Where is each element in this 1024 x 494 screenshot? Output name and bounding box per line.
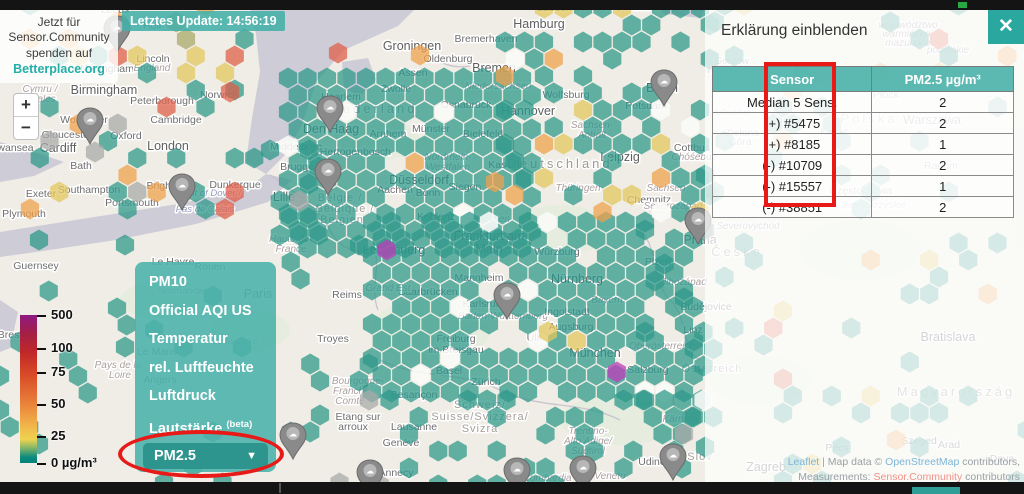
map-label: Cambridge <box>150 114 202 126</box>
layer-item-temperatur[interactable]: Temperatur <box>135 325 276 354</box>
cloud-icon: ☁ <box>366 467 374 476</box>
cloud-icon: ☁ <box>86 115 94 124</box>
zoom-control: + − <box>13 93 39 140</box>
legend-tick <box>37 315 46 317</box>
table-header-row: Sensor PM2.5 µg/m³ <box>713 67 1014 92</box>
layer-item-luftfeuchte[interactable]: rel. Luftfeuchte <box>135 354 276 383</box>
map-label: London <box>147 139 189 153</box>
layer-item-aqi-us[interactable]: Official AQI US <box>135 297 276 326</box>
col-header-sensor: Sensor <box>713 67 872 92</box>
map-label: Troyes <box>317 333 349 345</box>
layer-item-lautstaerke[interactable]: Lautstärke (beta) <box>135 411 276 440</box>
table-row: (+) #54752 <box>713 113 1014 134</box>
green-indicator <box>958 2 967 8</box>
table-row: Median 5 Sens.2 <box>713 92 1014 113</box>
map-label: Bath <box>70 160 92 172</box>
table-row: (+) #81851 <box>713 134 1014 155</box>
cloud-icon: ☁ <box>289 430 297 439</box>
layer-selector-pm25[interactable]: PM2.5 ▼ <box>143 443 268 469</box>
leaflet-link[interactable]: Leaflet <box>788 456 820 468</box>
table-row: (-) #388512 <box>713 197 1014 218</box>
map-label: Birmingham <box>71 83 138 97</box>
map-label: Guernsey <box>13 260 59 272</box>
donation-box: Jetzt für Sensor.Community spenden auf B… <box>0 10 118 83</box>
cloud-icon: ☁ <box>326 103 334 112</box>
explanation-toggle[interactable]: Erklärung einblenden <box>721 22 868 40</box>
col-header-pm25: PM2.5 µg/m³ <box>872 67 1014 92</box>
cloud-icon: ☁ <box>694 215 702 224</box>
close-icon[interactable]: ✕ <box>988 10 1024 44</box>
sensor-table: Sensor PM2.5 µg/m³ Median 5 Sens.2 (+) #… <box>712 66 1014 218</box>
bottom-black-bar <box>0 482 1024 494</box>
cloud-icon: ☁ <box>324 166 332 175</box>
map-label: Suisse/Svizzera/ <box>431 411 528 423</box>
legend-gradient-bar <box>20 315 37 463</box>
legend-tick-label: 50 <box>51 396 65 411</box>
cloud-icon: ☁ <box>178 181 186 190</box>
map-label: arroux <box>338 421 369 433</box>
zoom-out-button[interactable]: − <box>14 117 38 139</box>
last-update-badge: Letztes Update: 14:56:19 <box>122 11 285 31</box>
legend-tick-label: 75 <box>51 364 65 379</box>
legend-tick-label: 0 µg/m³ <box>51 455 97 470</box>
cloud-icon: ☁ <box>669 451 677 460</box>
zoom-in-button[interactable]: + <box>14 94 38 117</box>
layer-item-pm10[interactable]: PM10 <box>135 268 276 297</box>
layer-item-luftdruck[interactable]: Luftdruck <box>135 382 276 411</box>
legend-tick <box>37 463 46 465</box>
teal-indicator <box>912 487 960 494</box>
legend-tick <box>37 404 46 406</box>
osm-link[interactable]: OpenStreetMap <box>885 456 959 468</box>
attribution-line-1: Leaflet | Map data © OpenStreetMap contr… <box>788 455 1020 470</box>
map-label: Swansea <box>0 142 34 154</box>
map-label: Oldenburg <box>423 53 472 65</box>
legend-tick <box>37 372 46 374</box>
legend-tick <box>37 436 46 438</box>
legend-tick-label: 100 <box>51 340 73 355</box>
betterplace-link[interactable]: Betterplace.org <box>13 62 105 76</box>
legend-tick-label: 25 <box>51 428 65 443</box>
table-row: (-) #107092 <box>713 155 1014 176</box>
bar-tick <box>279 483 281 493</box>
chevron-down-icon: ▼ <box>246 450 257 462</box>
map-label: Hamburg <box>513 17 564 31</box>
layer-menu: PM10 Official AQI US Temperatur rel. Luf… <box>135 262 276 472</box>
map-attribution: Leaflet | Map data © OpenStreetMap contr… <box>788 455 1020 485</box>
cloud-icon: ☁ <box>660 77 668 86</box>
cloud-icon: ☁ <box>513 465 521 474</box>
map-label: Loire <box>109 370 132 381</box>
cloud-icon: ☁ <box>579 463 587 472</box>
table-row: (-) #155571 <box>713 176 1014 197</box>
map-label: Reims <box>332 289 362 301</box>
top-black-bar <box>0 0 1024 10</box>
app-screen: LeedsHullLincolnNottinghamEnglandNorwich… <box>0 0 1024 494</box>
legend-tick <box>37 348 46 350</box>
legend-tick-label: 500 <box>51 307 73 322</box>
cloud-icon: ☁ <box>503 290 511 299</box>
